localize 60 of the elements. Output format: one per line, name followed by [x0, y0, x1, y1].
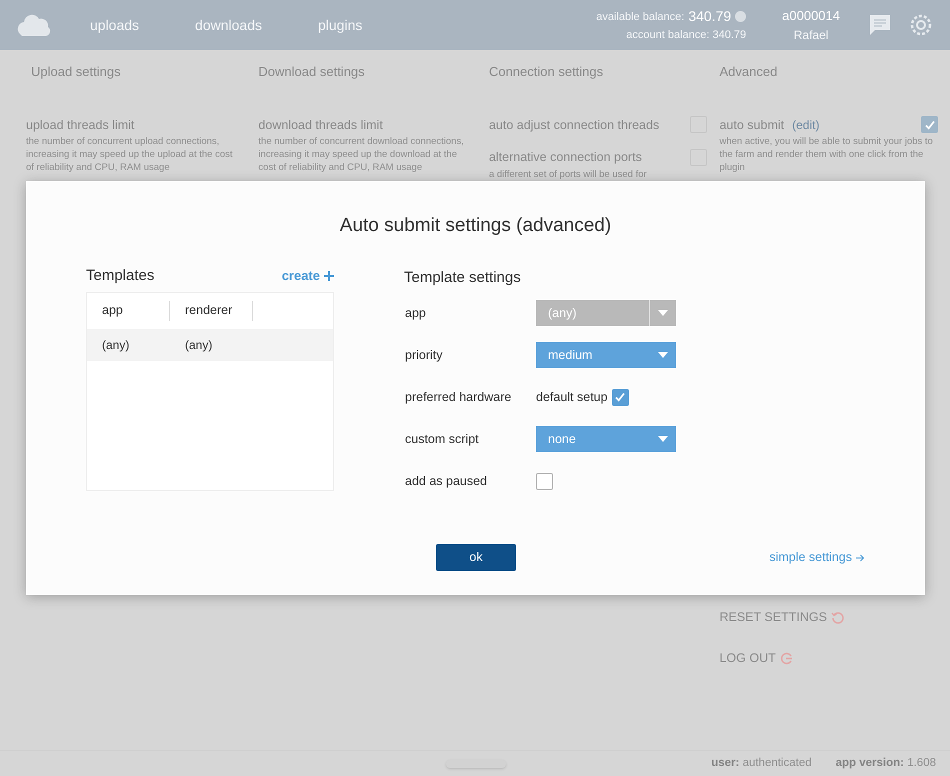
setting-label: preferred hardware [404, 388, 512, 406]
create-link[interactable]: create [282, 266, 334, 286]
log-out-icon [780, 652, 793, 665]
dialog-title: Auto submit settings (advanced) [338, 214, 612, 238]
settings-icon[interactable] [908, 12, 934, 38]
select-field[interactable]: medium [536, 342, 676, 368]
plus-icon [324, 270, 334, 281]
log-out-button[interactable]: LOG OUT [719, 649, 793, 668]
edit-link[interactable]: (edit) [792, 116, 820, 134]
check-icon [924, 118, 936, 131]
checkbox[interactable] [612, 388, 629, 406]
section-title: Connection settings [488, 63, 604, 81]
reset-icon [830, 611, 844, 624]
setting-label: alternative connection ports [488, 149, 642, 166]
user-status: user: authenticated [711, 756, 812, 771]
setting-label: download threads limit [258, 116, 383, 134]
checkbox[interactable] [921, 116, 938, 134]
balance-label: available balance: [596, 10, 684, 24]
setting-label: auto adjust connection threads [488, 116, 660, 134]
nav-link[interactable]: plugins [318, 14, 362, 36]
check-icon [614, 391, 626, 403]
caret-icon [658, 436, 668, 442]
arrow-right-icon [856, 554, 865, 562]
option-label: default setup [536, 388, 608, 406]
nav-link[interactable]: downloads [195, 14, 262, 36]
templates-title: Templates [86, 266, 154, 286]
setting-label: priority [404, 346, 444, 364]
table-cell-text: (any) [101, 337, 130, 354]
setting-description: the number of concurrent upload connections, increasing it may speed up the upload at the cost of reliability and CPU, RAM usage [26, 135, 234, 174]
caret-icon [658, 310, 668, 316]
setting-description: a different set of ports will be used for [488, 168, 648, 181]
chat-icon[interactable] [868, 13, 892, 37]
reset-settings-button[interactable]: RESET SETTINGS [719, 608, 844, 627]
balance-value: 340.79 [688, 7, 732, 26]
template-settings-title: Template settings [404, 268, 522, 288]
ok-button[interactable]: ok [436, 544, 516, 571]
setting-label: auto submit [719, 116, 784, 134]
app-version: app version: 1.608 [836, 756, 936, 771]
user-name: Rafael [794, 26, 828, 44]
setting-description: when active, you will be able to submit your jobs to the farm and render them with one click from the plugin [719, 135, 934, 174]
setting-label: add as paused [404, 472, 488, 490]
setting-label: custom script [404, 430, 480, 448]
setting-label: upload threads limit [26, 116, 134, 134]
column-header: app [87, 301, 170, 321]
column-header: renderer [170, 301, 253, 321]
template-row[interactable]: (any) (any) [87, 329, 333, 361]
table-cell-text: (any) [184, 337, 214, 354]
select-field[interactable]: none [536, 426, 676, 452]
setting-description: the number of concurrent download connections, increasing it may speed up the download at the cost of reliability and CPU, RAM usage [258, 135, 465, 174]
simple-settings-link[interactable]: simple settings [769, 548, 865, 567]
checkbox[interactable] [536, 472, 553, 490]
section-title: Download settings [258, 63, 366, 81]
cloud-logo-icon [16, 12, 52, 38]
section-title: Advanced [719, 63, 778, 81]
account-balance: account balance: 340.79 [626, 28, 746, 44]
setting-label: app [404, 304, 427, 322]
account-id: a0000014 [782, 7, 840, 26]
caret-icon [658, 352, 668, 358]
section-title: Upload settings [30, 63, 122, 81]
nav-link[interactable]: uploads [90, 14, 140, 36]
